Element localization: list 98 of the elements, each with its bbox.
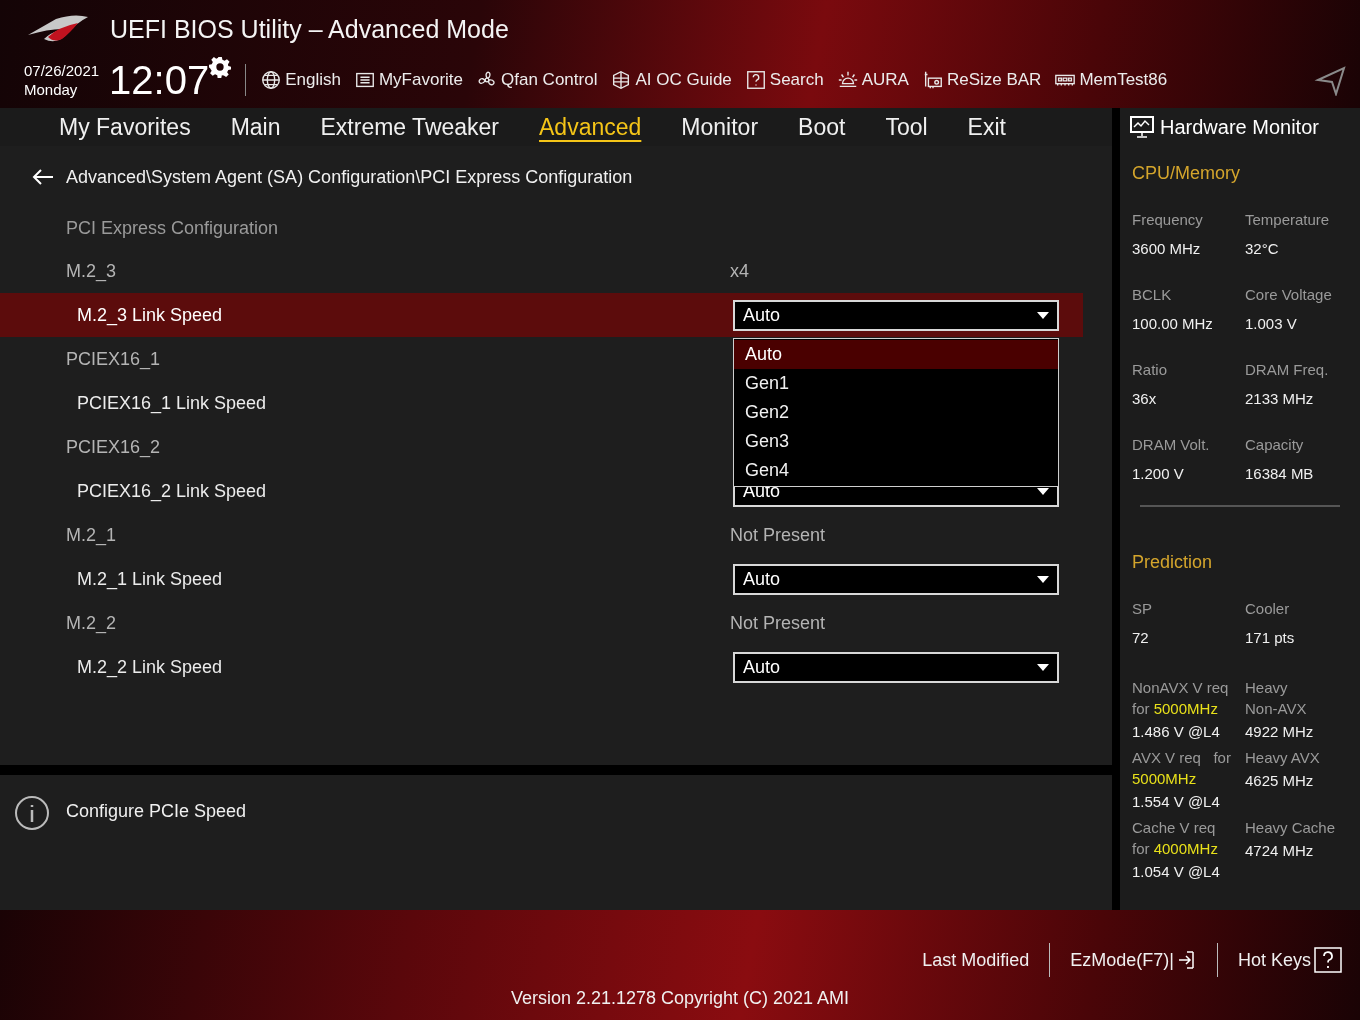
setting-label[interactable]: PCIEX16_2 bbox=[66, 433, 161, 461]
caret-icon bbox=[1037, 311, 1049, 319]
section-heading: CPU/Memory bbox=[1132, 162, 1241, 185]
toolbar-button[interactable]: ReSize BAR bbox=[921, 67, 1042, 93]
dropdown[interactable]: Auto bbox=[733, 299, 1059, 331]
reading-label: Heavy Cache bbox=[1245, 818, 1337, 838]
reading-label: DRAM Freq. bbox=[1245, 360, 1330, 380]
section-heading: Prediction bbox=[1132, 551, 1214, 574]
setting-label[interactable]: M.2_1 bbox=[66, 521, 117, 549]
reading-label: SP bbox=[1132, 599, 1153, 619]
setting-label[interactable]: M.2_2 bbox=[66, 609, 117, 637]
reading-value: 4625 MHz bbox=[1245, 771, 1315, 791]
toolbar-button[interactable]: English bbox=[260, 67, 341, 93]
reading-label: NonAVX V req bbox=[1132, 678, 1230, 698]
toolbar-button[interactable]: AURA bbox=[836, 67, 909, 93]
setting-value: Not Present bbox=[730, 611, 826, 635]
reading-value: 36x bbox=[1132, 388, 1158, 409]
reading-value: 72 bbox=[1132, 628, 1150, 648]
reading-label: Heavy AVX bbox=[1245, 748, 1321, 768]
dropdown-option[interactable]: Gen2 bbox=[734, 397, 1058, 427]
dropdown-option[interactable]: Gen3 bbox=[734, 426, 1058, 456]
clock-text: 12:07 bbox=[109, 60, 210, 100]
reading-value: 32°C bbox=[1245, 238, 1280, 259]
toolbar-button[interactable]: Qfan Control bbox=[476, 67, 598, 93]
window-title: UEFI BIOS Utility – Advanced Mode bbox=[110, 14, 509, 46]
setting-label[interactable]: M.2_3 bbox=[66, 257, 117, 285]
toolbar-button[interactable]: MemTest86 bbox=[1054, 67, 1168, 93]
dropdown[interactable]: Auto bbox=[733, 651, 1059, 683]
menu-tab[interactable]: Monitor bbox=[681, 112, 759, 142]
reading-value: 4724 MHz bbox=[1245, 841, 1315, 861]
reading-label: BCLK bbox=[1132, 285, 1173, 305]
reading-value: 1.486 V @L4 bbox=[1132, 722, 1221, 742]
setting-value: Not Present bbox=[730, 523, 826, 547]
help-icon bbox=[1314, 947, 1342, 973]
back-arrow-icon[interactable] bbox=[32, 168, 54, 186]
globe-icon bbox=[260, 69, 283, 91]
dropdown-option[interactable]: Gen1 bbox=[734, 368, 1058, 398]
reading-label: Non-AVX bbox=[1245, 699, 1308, 719]
reading-value: 1.554 V @L4 bbox=[1132, 792, 1221, 812]
caret-icon bbox=[1037, 663, 1049, 671]
setting-label[interactable]: M.2_2 Link Speed bbox=[77, 653, 223, 681]
caret-icon bbox=[1037, 575, 1049, 583]
menu-tab[interactable]: Extreme Tweaker bbox=[320, 112, 500, 142]
date-text: 07/26/2021 bbox=[24, 61, 100, 80]
setting-label[interactable]: PCIEX16_2 Link Speed bbox=[77, 477, 267, 505]
reading-value: 100.00 MHz bbox=[1132, 313, 1214, 334]
reading-label: for 5000MHz bbox=[1132, 699, 1219, 719]
reading-label: Core Voltage bbox=[1245, 285, 1333, 305]
reading-value: 1.054 V @L4 bbox=[1132, 862, 1221, 882]
footer-button[interactable]: Last Modified bbox=[922, 946, 1030, 974]
setting-value: x4 bbox=[730, 259, 749, 283]
version-text: Version 2.21.1278 Copyright (C) 2021 AMI bbox=[510, 987, 850, 1010]
reading-label: Frequency bbox=[1132, 210, 1204, 230]
settings-icon[interactable] bbox=[209, 56, 232, 78]
reading-value: 4922 MHz bbox=[1245, 722, 1315, 742]
reading-label: for 4000MHz bbox=[1132, 839, 1219, 859]
setting-label[interactable]: M.2_1 Link Speed bbox=[77, 565, 223, 593]
help-icon bbox=[744, 69, 767, 91]
monitor-icon bbox=[1130, 116, 1154, 138]
help-text: Configure PCIe Speed bbox=[66, 800, 247, 823]
reading-label: Cooler bbox=[1245, 599, 1291, 619]
menu-tab[interactable]: Advanced bbox=[539, 112, 642, 142]
day-text: Monday bbox=[24, 80, 79, 99]
reading-label: 5000MHz bbox=[1132, 769, 1198, 789]
reading-label: Capacity bbox=[1245, 435, 1305, 455]
reading-value: 2133 MHz bbox=[1245, 388, 1315, 409]
panel-title: Hardware Monitor bbox=[1160, 115, 1319, 140]
menu-tab[interactable]: Main bbox=[230, 112, 281, 142]
menu-tab[interactable]: My Favorites bbox=[59, 112, 191, 142]
reading-value: 1.200 V bbox=[1132, 463, 1185, 484]
setting-label[interactable]: PCIEX16_1 Link Speed bbox=[77, 389, 267, 417]
dropdown[interactable]: Auto bbox=[733, 563, 1059, 595]
setting-label[interactable]: M.2_3 Link Speed bbox=[77, 301, 223, 329]
section-title: PCI Express Configuration bbox=[66, 216, 279, 240]
breadcrumb-path: Advanced\System Agent (SA) Configuration\PCI Express Configuration bbox=[66, 165, 633, 189]
setting-label[interactable]: PCIEX16_1 bbox=[66, 345, 161, 373]
dropdown-option[interactable]: Auto bbox=[734, 339, 1058, 369]
reading-label: AVX V req for bbox=[1132, 748, 1232, 768]
reading-value: 3600 MHz bbox=[1132, 238, 1202, 259]
info-icon bbox=[14, 795, 50, 831]
reading-value: 1.003 V bbox=[1245, 313, 1298, 334]
toolbar-button[interactable]: Search bbox=[744, 67, 824, 93]
toolbar-button[interactable]: AI OC Guide bbox=[610, 67, 732, 93]
reading-value: 16384 MB bbox=[1245, 463, 1315, 484]
reading-value: 171 pts bbox=[1245, 628, 1296, 648]
menu-tab[interactable]: Tool bbox=[885, 112, 928, 142]
menu-tab[interactable]: Boot bbox=[798, 112, 846, 142]
reading-label: DRAM Volt. bbox=[1132, 435, 1211, 455]
reading-label: Cache V req bbox=[1132, 818, 1217, 838]
toolbar-button[interactable]: MyFavorite bbox=[353, 67, 464, 93]
footer-button[interactable]: EzMode(F7)| bbox=[1070, 946, 1197, 974]
menu-tab[interactable]: Exit bbox=[967, 112, 1006, 142]
footer-button[interactable]: Hot Keys bbox=[1237, 946, 1342, 974]
reading-label: Ratio bbox=[1132, 360, 1169, 380]
reading-label: Heavy bbox=[1245, 678, 1289, 698]
reading-label: Temperature bbox=[1245, 210, 1331, 230]
exit-icon bbox=[1176, 950, 1197, 970]
cursor-icon[interactable] bbox=[1314, 64, 1346, 96]
